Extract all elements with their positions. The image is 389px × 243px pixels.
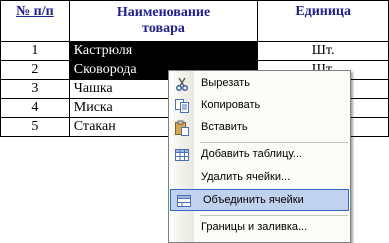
insert-table-icon <box>174 147 190 163</box>
table-header-row: № п/п Наименование товара Единица <box>0 0 389 42</box>
cell-num[interactable]: 5 <box>0 117 70 137</box>
cell-num[interactable]: 3 <box>0 79 70 99</box>
header-num[interactable]: № п/п <box>0 0 70 42</box>
menu-item-cut[interactable]: Вырезать <box>169 73 350 95</box>
menu-item-paste[interactable]: Вставить <box>169 117 350 139</box>
menu-item-label: Удалить ячейки... <box>201 171 291 183</box>
menu-separator <box>200 215 348 216</box>
menu-item-label: Копировать <box>201 99 261 111</box>
menu-item-borders-shading[interactable]: Границы и заливка... <box>169 217 350 239</box>
cell-unit[interactable]: Шт. <box>257 41 389 61</box>
header-unit[interactable]: Единица <box>257 0 389 42</box>
menu-item-label: Добавить таблицу... <box>201 148 302 160</box>
cell-num[interactable]: 4 <box>0 98 70 118</box>
menu-item-delete-cells[interactable]: Удалить ячейки... <box>169 167 350 189</box>
merge-cells-icon <box>176 193 192 209</box>
copy-icon <box>174 98 190 114</box>
scissors-icon <box>174 76 190 92</box>
menu-item-merge-cells[interactable]: Объединить ячейки <box>170 189 349 211</box>
menu-item-label: Объединить ячейки <box>203 194 304 206</box>
cell-name-selected[interactable]: Кастрюля <box>68 41 259 61</box>
menu-item-label: Вставить <box>201 121 248 133</box>
table-row: 1 Кастрюля Шт. <box>0 41 389 61</box>
paste-icon <box>174 120 190 136</box>
menu-separator <box>200 142 348 143</box>
header-name[interactable]: Наименование товара <box>68 0 259 42</box>
menu-item-label: Границы и заливка... <box>201 221 308 233</box>
menu-item-insert-table[interactable]: Добавить таблицу... <box>169 144 350 166</box>
menu-item-label: Вырезать <box>201 77 250 89</box>
context-menu: Вырезать Копировать Вставить Добавить та… <box>168 70 351 243</box>
cell-num[interactable]: 2 <box>0 60 70 80</box>
menu-item-copy[interactable]: Копировать <box>169 95 350 117</box>
cell-num[interactable]: 1 <box>0 41 70 61</box>
